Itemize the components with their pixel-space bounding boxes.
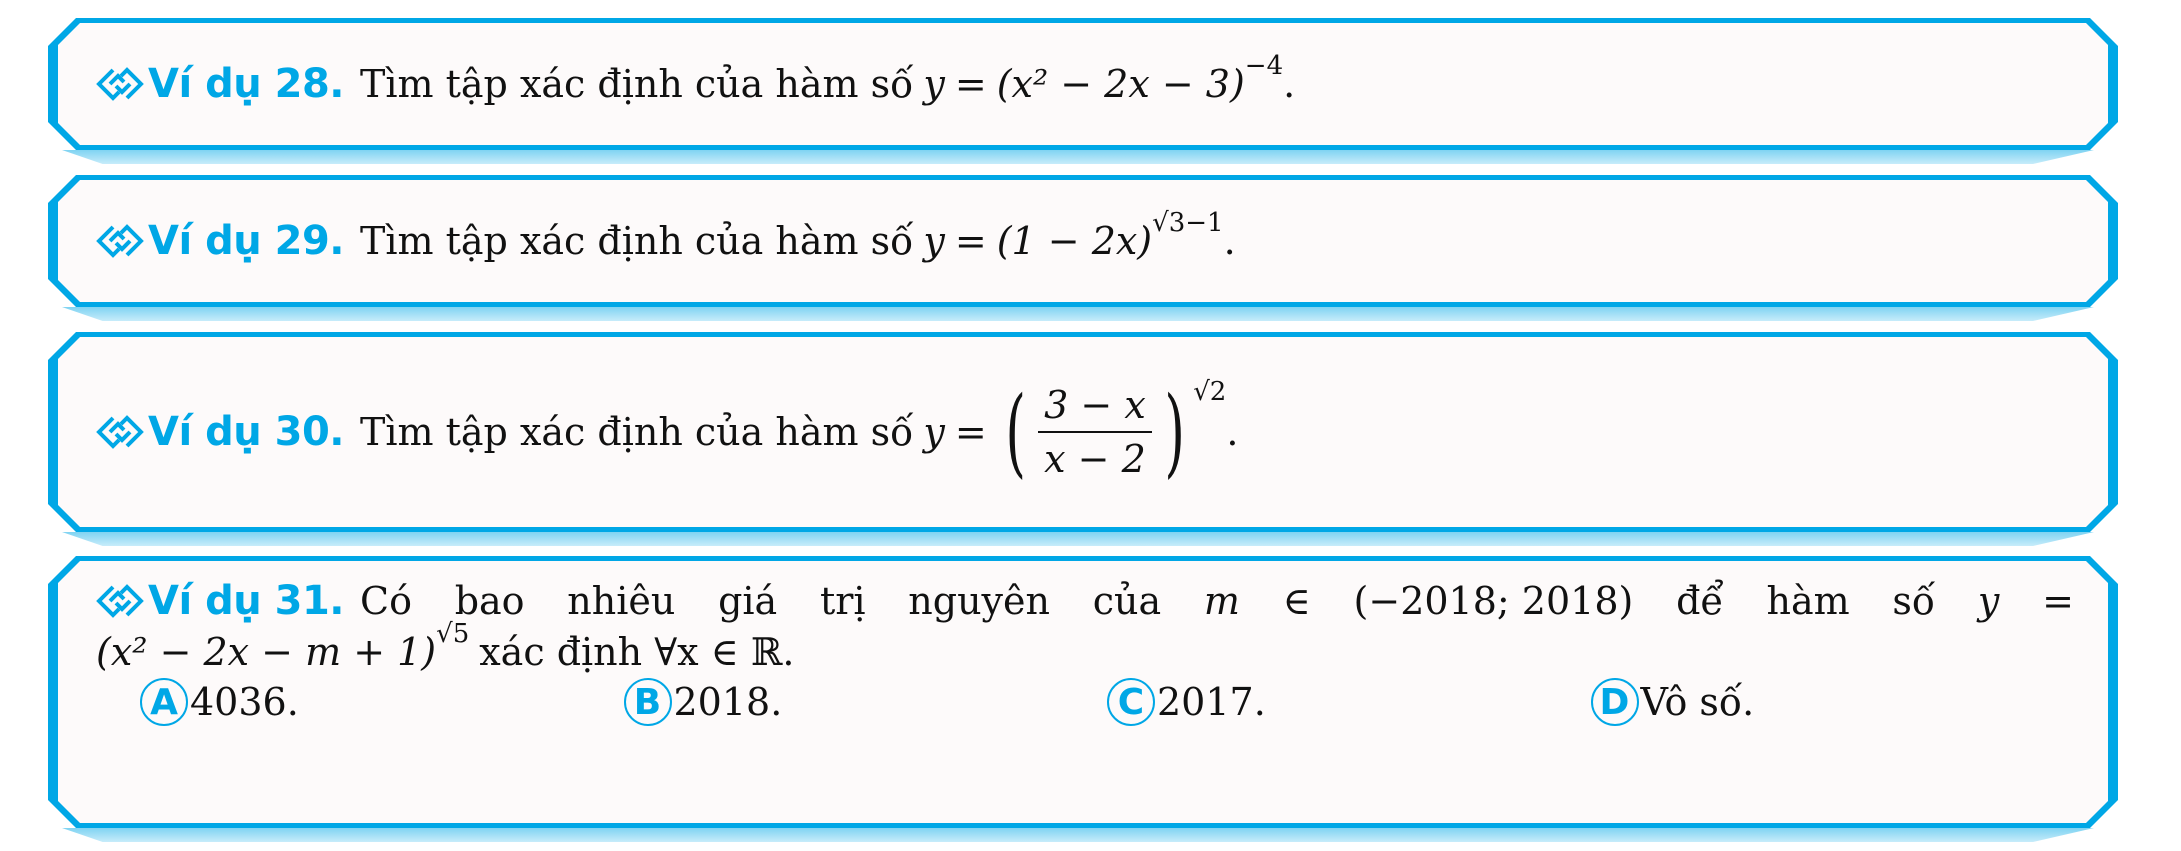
example-28-box: Ví dụ 28. Tìm tập xác định của hàm số y … bbox=[48, 18, 2118, 164]
option-a[interactable]: A 4036. bbox=[140, 678, 624, 726]
question-line-2: (x² − 2x − m + 1) √5 xác định ∀x ∈ ℝ. bbox=[96, 619, 2074, 674]
right-paren: ) bbox=[1164, 376, 1185, 488]
example-label: Ví dụ 28. bbox=[96, 61, 345, 107]
formula-exponent: √3−1 bbox=[1152, 208, 1224, 238]
interlocked-diamonds-icon bbox=[96, 415, 144, 449]
formula-exponent: √2 bbox=[1193, 377, 1227, 407]
option-b[interactable]: B 2018. bbox=[623, 678, 1108, 726]
question-word: y bbox=[1977, 579, 2000, 623]
question-word: số bbox=[1892, 579, 1936, 623]
formula-end: . bbox=[1223, 219, 1236, 263]
formula-base: (1 − 2x) bbox=[996, 219, 1153, 263]
option-letter-badge: B bbox=[623, 678, 672, 726]
prompt-text: Tìm tập xác định của hàm số bbox=[360, 219, 914, 263]
question-word: trị bbox=[819, 579, 866, 623]
question-rest: xác định ∀x ∈ ℝ. bbox=[479, 630, 795, 674]
formula-base: (x² − 2x − 3) bbox=[996, 62, 1245, 106]
question-word: (−2018; 2018) bbox=[1353, 579, 1634, 623]
formula-exponent: √5 bbox=[436, 619, 470, 649]
example-label: Ví dụ 30. bbox=[96, 409, 345, 455]
fraction-numerator: 3 − x bbox=[1038, 383, 1152, 433]
question-word: m bbox=[1203, 579, 1240, 623]
option-d[interactable]: D Vô số. bbox=[1590, 678, 2075, 726]
example-31-box: Ví dụ 31. Có bao nhiêu giá trị nguyên của m ∈ (−2… bbox=[48, 556, 2118, 842]
option-text: 2018. bbox=[673, 680, 783, 724]
box-shadow bbox=[62, 307, 2094, 321]
example-number: Ví dụ 28. bbox=[148, 61, 345, 107]
question-word: hàm bbox=[1766, 579, 1850, 623]
option-text: 2017. bbox=[1157, 680, 1266, 724]
formula-base: (x² − 2x − m + 1) bbox=[96, 630, 437, 674]
question-word: để bbox=[1676, 579, 1724, 623]
option-text: 4036. bbox=[190, 680, 299, 724]
formula-lhs: y bbox=[923, 410, 945, 454]
example-number: Ví dụ 30. bbox=[148, 409, 345, 455]
example-number: Ví dụ 31. bbox=[148, 578, 345, 624]
question-word: bao bbox=[454, 579, 525, 623]
question-word: của bbox=[1092, 579, 1162, 623]
option-letter-badge: D bbox=[1590, 678, 1639, 726]
prompt-text: Tìm tập xác định của hàm số bbox=[360, 410, 914, 454]
formula-end: . bbox=[1226, 410, 1239, 454]
interlocked-diamonds-icon bbox=[96, 67, 144, 101]
formula-lhs: y bbox=[923, 62, 945, 106]
formula-end: . bbox=[1283, 62, 1296, 106]
interlocked-diamonds-icon bbox=[96, 224, 144, 258]
left-paren: ( bbox=[1005, 376, 1026, 488]
fraction-denominator: x − 2 bbox=[1044, 437, 1146, 481]
question-word: = bbox=[2042, 579, 2074, 623]
box-shadow bbox=[62, 828, 2094, 842]
question-word: ∈ bbox=[1282, 579, 1311, 623]
question-word: giá bbox=[718, 579, 778, 623]
formula-exponent: −4 bbox=[1244, 51, 1284, 81]
option-text: Vô số. bbox=[1640, 680, 1755, 724]
option-letter-badge: C bbox=[1107, 678, 1155, 726]
interlocked-diamonds-icon bbox=[96, 584, 144, 618]
answer-options: A 4036. B 2018. C 2017. D Vô số. bbox=[96, 678, 2074, 726]
question-word: Có bbox=[360, 579, 412, 623]
box-shadow bbox=[62, 532, 2094, 546]
fraction: 3 − x x − 2 bbox=[1038, 383, 1152, 481]
example-label: Ví dụ 29. bbox=[96, 218, 345, 264]
example-30-box: Ví dụ 30. Tìm tập xác định của hàm số y … bbox=[48, 332, 2118, 546]
formula-eq: = bbox=[954, 62, 987, 106]
question-line-1: Có bao nhiêu giá trị nguyên của m ∈ (−2018; 2018)… bbox=[360, 579, 2074, 623]
option-letter-badge: A bbox=[140, 678, 188, 726]
formula-lhs: y bbox=[923, 219, 945, 263]
question-word: nhiêu bbox=[567, 579, 676, 623]
formula-eq: = bbox=[954, 410, 987, 454]
example-number: Ví dụ 29. bbox=[148, 218, 345, 264]
prompt-text: Tìm tập xác định của hàm số bbox=[360, 62, 914, 106]
example-label: Ví dụ 31. bbox=[96, 578, 345, 624]
question-word: nguyên bbox=[908, 579, 1050, 623]
box-shadow bbox=[62, 150, 2094, 164]
example-29-box: Ví dụ 29. Tìm tập xác định của hàm số y … bbox=[48, 175, 2118, 321]
option-c[interactable]: C 2017. bbox=[1107, 678, 1591, 726]
formula-eq: = bbox=[954, 219, 987, 263]
